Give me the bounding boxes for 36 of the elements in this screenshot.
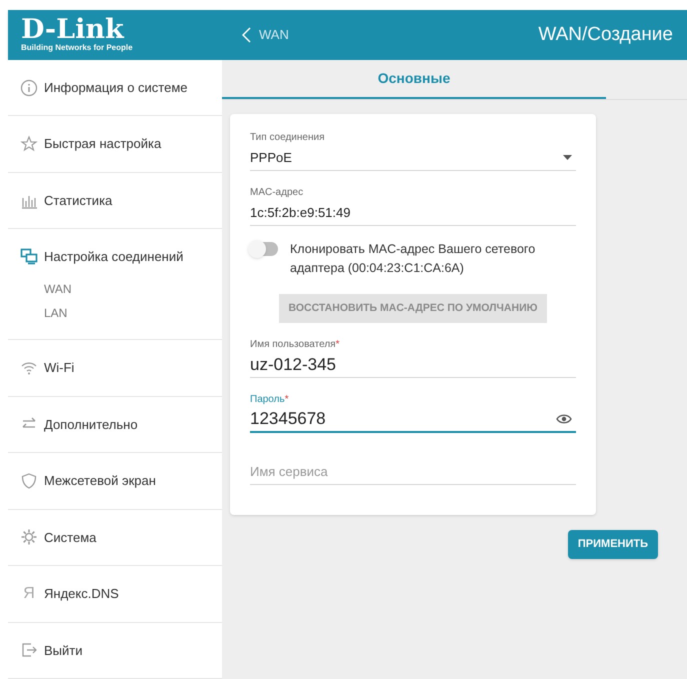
password-field[interactable]: 12345678 — [250, 407, 576, 433]
sidebar-subitem[interactable]: WAN — [44, 280, 72, 298]
field-label: Имя пользователя* — [250, 338, 340, 352]
shield-icon — [20, 472, 38, 490]
star-icon — [20, 135, 38, 154]
sidebar-item[interactable]: Быстрая настройка — [20, 134, 162, 154]
dropdown-caret-icon — [563, 155, 572, 160]
toggle-switch[interactable] — [250, 242, 278, 256]
sidebar-item[interactable]: Выйти — [20, 640, 82, 660]
field-label: Тип соединения — [250, 131, 324, 145]
input-field[interactable]: uz-012-345 — [250, 352, 576, 378]
sidebar-item[interactable]: Настройка соединений — [20, 246, 184, 266]
apply-button[interactable]: ПРИМЕНИТЬ — [568, 530, 658, 559]
eye-icon[interactable] — [556, 414, 572, 424]
chevron-left-icon — [242, 27, 251, 43]
exit-icon — [20, 641, 38, 660]
info-icon — [20, 78, 38, 97]
field-label: Пароль* — [250, 393, 289, 407]
monitors-icon — [20, 247, 38, 266]
logo-tagline: Building Networks for People — [21, 43, 133, 53]
sidebar-subitem[interactable]: LAN — [44, 304, 68, 322]
logo-title: D-Link — [21, 17, 124, 43]
sidebar-item[interactable]: Статистика — [20, 190, 112, 210]
sidebar-item[interactable]: Информация о системе — [20, 78, 188, 98]
field-label: MAC-адрес — [250, 186, 304, 200]
sidebar-item[interactable]: Дополнительно — [20, 414, 138, 434]
toggle-label: Клонировать MAC-адрес Вашего сетевого адаптера (00:04:23:C1:CA:6A) — [290, 241, 536, 277]
page-title: WAN/Создание — [538, 22, 673, 47]
sidebar-item[interactable]: Wi-Fi — [20, 358, 74, 378]
letter-icon: Я — [20, 584, 38, 603]
connection-type-select[interactable]: PPPoE — [250, 145, 576, 171]
gear-icon — [20, 528, 38, 546]
sidebar-item[interactable]: Межсетевой экран — [20, 471, 156, 491]
sidebar-item[interactable]: Я Яндекс.DNS — [20, 584, 119, 604]
input-field[interactable]: 1c:5f:2b:e9:51:49 — [250, 200, 576, 226]
sidebar-item[interactable]: Система — [20, 528, 96, 548]
